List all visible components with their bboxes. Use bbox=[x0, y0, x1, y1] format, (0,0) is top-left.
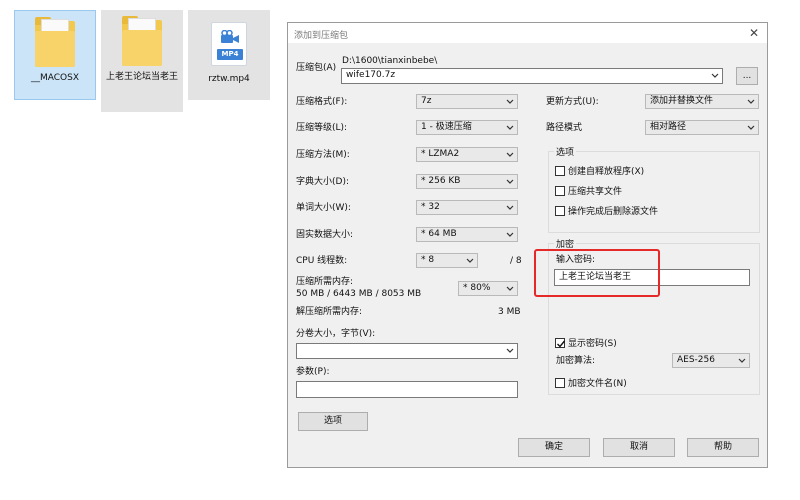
file-name: 上老王论坛当老王 bbox=[106, 72, 179, 82]
create-sfx-checkbox[interactable]: 创建自释放程序(X) bbox=[555, 164, 644, 177]
word-label: 单词大小(W): bbox=[296, 203, 351, 213]
dict-value: * 256 KB bbox=[421, 176, 461, 186]
folder-icon bbox=[120, 16, 164, 68]
solid-value: * 64 MB bbox=[421, 229, 457, 239]
archive-name-combo[interactable]: wife170.7z bbox=[341, 68, 723, 84]
split-size-combo[interactable] bbox=[296, 343, 518, 359]
chevron-down-icon bbox=[466, 258, 474, 263]
format-value: 7z bbox=[421, 96, 432, 106]
chevron-down-icon bbox=[506, 232, 514, 237]
compress-shared-label: 压缩共享文件 bbox=[568, 187, 623, 197]
level-label: 压缩等级(L): bbox=[296, 123, 348, 133]
cpu-max: / 8 bbox=[510, 256, 522, 266]
dialog-title: 添加到压缩包 bbox=[294, 31, 349, 41]
checkbox-box[interactable] bbox=[555, 337, 566, 348]
solid-label: 固实数据大小: bbox=[296, 230, 354, 240]
encryption-method-select[interactable]: AES-256 bbox=[672, 353, 750, 368]
mem-percent-select[interactable]: * 80% bbox=[458, 281, 518, 296]
mem-compress-label: 压缩所需内存: bbox=[296, 277, 354, 287]
path-mode-select[interactable]: 相对路径 bbox=[645, 120, 759, 135]
level-select[interactable]: 1 - 极速压缩 bbox=[416, 120, 518, 135]
checkbox-box[interactable] bbox=[555, 205, 565, 216]
method-label: 压缩方法(M): bbox=[296, 150, 350, 160]
show-password-checkbox[interactable]: 显示密码(S) bbox=[555, 336, 617, 349]
archive-name-value: wife170.7z bbox=[346, 70, 396, 80]
update-label: 更新方式(U): bbox=[546, 97, 599, 107]
mem-decompress-label: 解压缩所需内存: bbox=[296, 307, 363, 317]
mem-decompress-value: 3 MB bbox=[498, 307, 521, 317]
file-name: rztw.mp4 bbox=[208, 74, 250, 84]
file-laowang-folder[interactable]: 上老王论坛当老王 bbox=[101, 10, 183, 112]
encrypt-names-label: 加密文件名(N) bbox=[568, 379, 627, 389]
password-highlight-box bbox=[534, 249, 660, 297]
file-macosx-folder[interactable]: __MACOSX bbox=[14, 10, 96, 100]
checkbox-box[interactable] bbox=[555, 377, 565, 388]
close-icon[interactable]: ✕ bbox=[749, 26, 759, 40]
dict-select[interactable]: * 256 KB bbox=[416, 174, 518, 189]
titlebar: 添加到压缩包 ✕ bbox=[288, 23, 767, 43]
compress-shared-checkbox[interactable]: 压缩共享文件 bbox=[555, 184, 622, 197]
chevron-down-icon bbox=[506, 125, 514, 130]
browse-button[interactable]: ... bbox=[736, 67, 758, 85]
create-sfx-label: 创建自释放程序(X) bbox=[568, 167, 645, 177]
level-value: 1 - 极速压缩 bbox=[421, 122, 472, 132]
file-name: __MACOSX bbox=[30, 73, 79, 83]
cancel-button[interactable]: 取消 bbox=[603, 438, 675, 457]
checkbox-box[interactable] bbox=[555, 185, 565, 196]
method-select[interactable]: * LZMA2 bbox=[416, 147, 518, 162]
chevron-down-icon bbox=[747, 125, 755, 130]
cpu-select[interactable]: * 8 bbox=[416, 253, 478, 268]
chevron-down-icon bbox=[506, 286, 514, 291]
delete-after-label: 操作完成后删除源文件 bbox=[568, 207, 659, 217]
method-value: * LZMA2 bbox=[421, 149, 460, 159]
chevron-down-icon bbox=[506, 99, 514, 104]
archive-label: 压缩包(A) bbox=[296, 63, 337, 73]
word-value: * 32 bbox=[421, 202, 440, 212]
encryption-method-label: 加密算法: bbox=[556, 356, 596, 366]
update-value: 添加并替换文件 bbox=[650, 96, 714, 106]
ok-button[interactable]: 确定 bbox=[518, 438, 590, 457]
checkmark-icon bbox=[557, 340, 566, 348]
delete-after-checkbox[interactable]: 操作完成后删除源文件 bbox=[555, 204, 658, 217]
encryption-method-value: AES-256 bbox=[677, 355, 715, 365]
help-button[interactable]: 帮助 bbox=[687, 438, 759, 457]
file-rztw-mp4[interactable]: MP4 rztw.mp4 bbox=[188, 10, 270, 100]
update-mode-select[interactable]: 添加并替换文件 bbox=[645, 94, 759, 109]
pathmode-label: 路径模式 bbox=[546, 123, 583, 133]
show-password-label: 显示密码(S) bbox=[568, 339, 617, 349]
format-select[interactable]: 7z bbox=[416, 94, 518, 109]
word-select[interactable]: * 32 bbox=[416, 200, 518, 215]
chevron-down-icon bbox=[738, 358, 746, 363]
checkbox-box[interactable] bbox=[555, 165, 565, 176]
mp4-badge: MP4 bbox=[217, 49, 243, 60]
params-input[interactable] bbox=[296, 381, 518, 398]
solid-select[interactable]: * 64 MB bbox=[416, 227, 518, 242]
mem-compress-detail: 50 MB / 6443 MB / 8053 MB bbox=[296, 289, 422, 299]
folder-icon bbox=[33, 17, 77, 69]
params-label: 参数(P): bbox=[296, 367, 330, 377]
chevron-down-icon bbox=[506, 152, 514, 157]
video-file-icon: MP4 bbox=[211, 22, 247, 66]
add-to-archive-dialog: 添加到压缩包 ✕ 压缩包(A) D:\1600\tianxinbebe\ wif… bbox=[287, 22, 768, 468]
chevron-down-icon bbox=[711, 73, 719, 78]
mem-percent-value: * 80% bbox=[463, 283, 491, 293]
encrypt-names-checkbox[interactable]: 加密文件名(N) bbox=[555, 376, 627, 389]
chevron-down-icon bbox=[506, 179, 514, 184]
split-label: 分卷大小，字节(V): bbox=[296, 329, 376, 339]
chevron-down-icon bbox=[747, 99, 755, 104]
archive-path: D:\1600\tianxinbebe\ bbox=[342, 56, 438, 66]
format-label: 压缩格式(F): bbox=[296, 97, 348, 107]
dict-label: 字典大小(D): bbox=[296, 177, 349, 187]
chevron-down-icon bbox=[506, 348, 514, 353]
pathmode-value: 相对路径 bbox=[650, 122, 687, 132]
cpu-label: CPU 线程数: bbox=[296, 256, 348, 266]
cpu-value: * 8 bbox=[421, 255, 435, 265]
options-group-title: 选项 bbox=[554, 145, 577, 158]
options-button[interactable]: 选项 bbox=[298, 412, 368, 431]
chevron-down-icon bbox=[506, 205, 514, 210]
